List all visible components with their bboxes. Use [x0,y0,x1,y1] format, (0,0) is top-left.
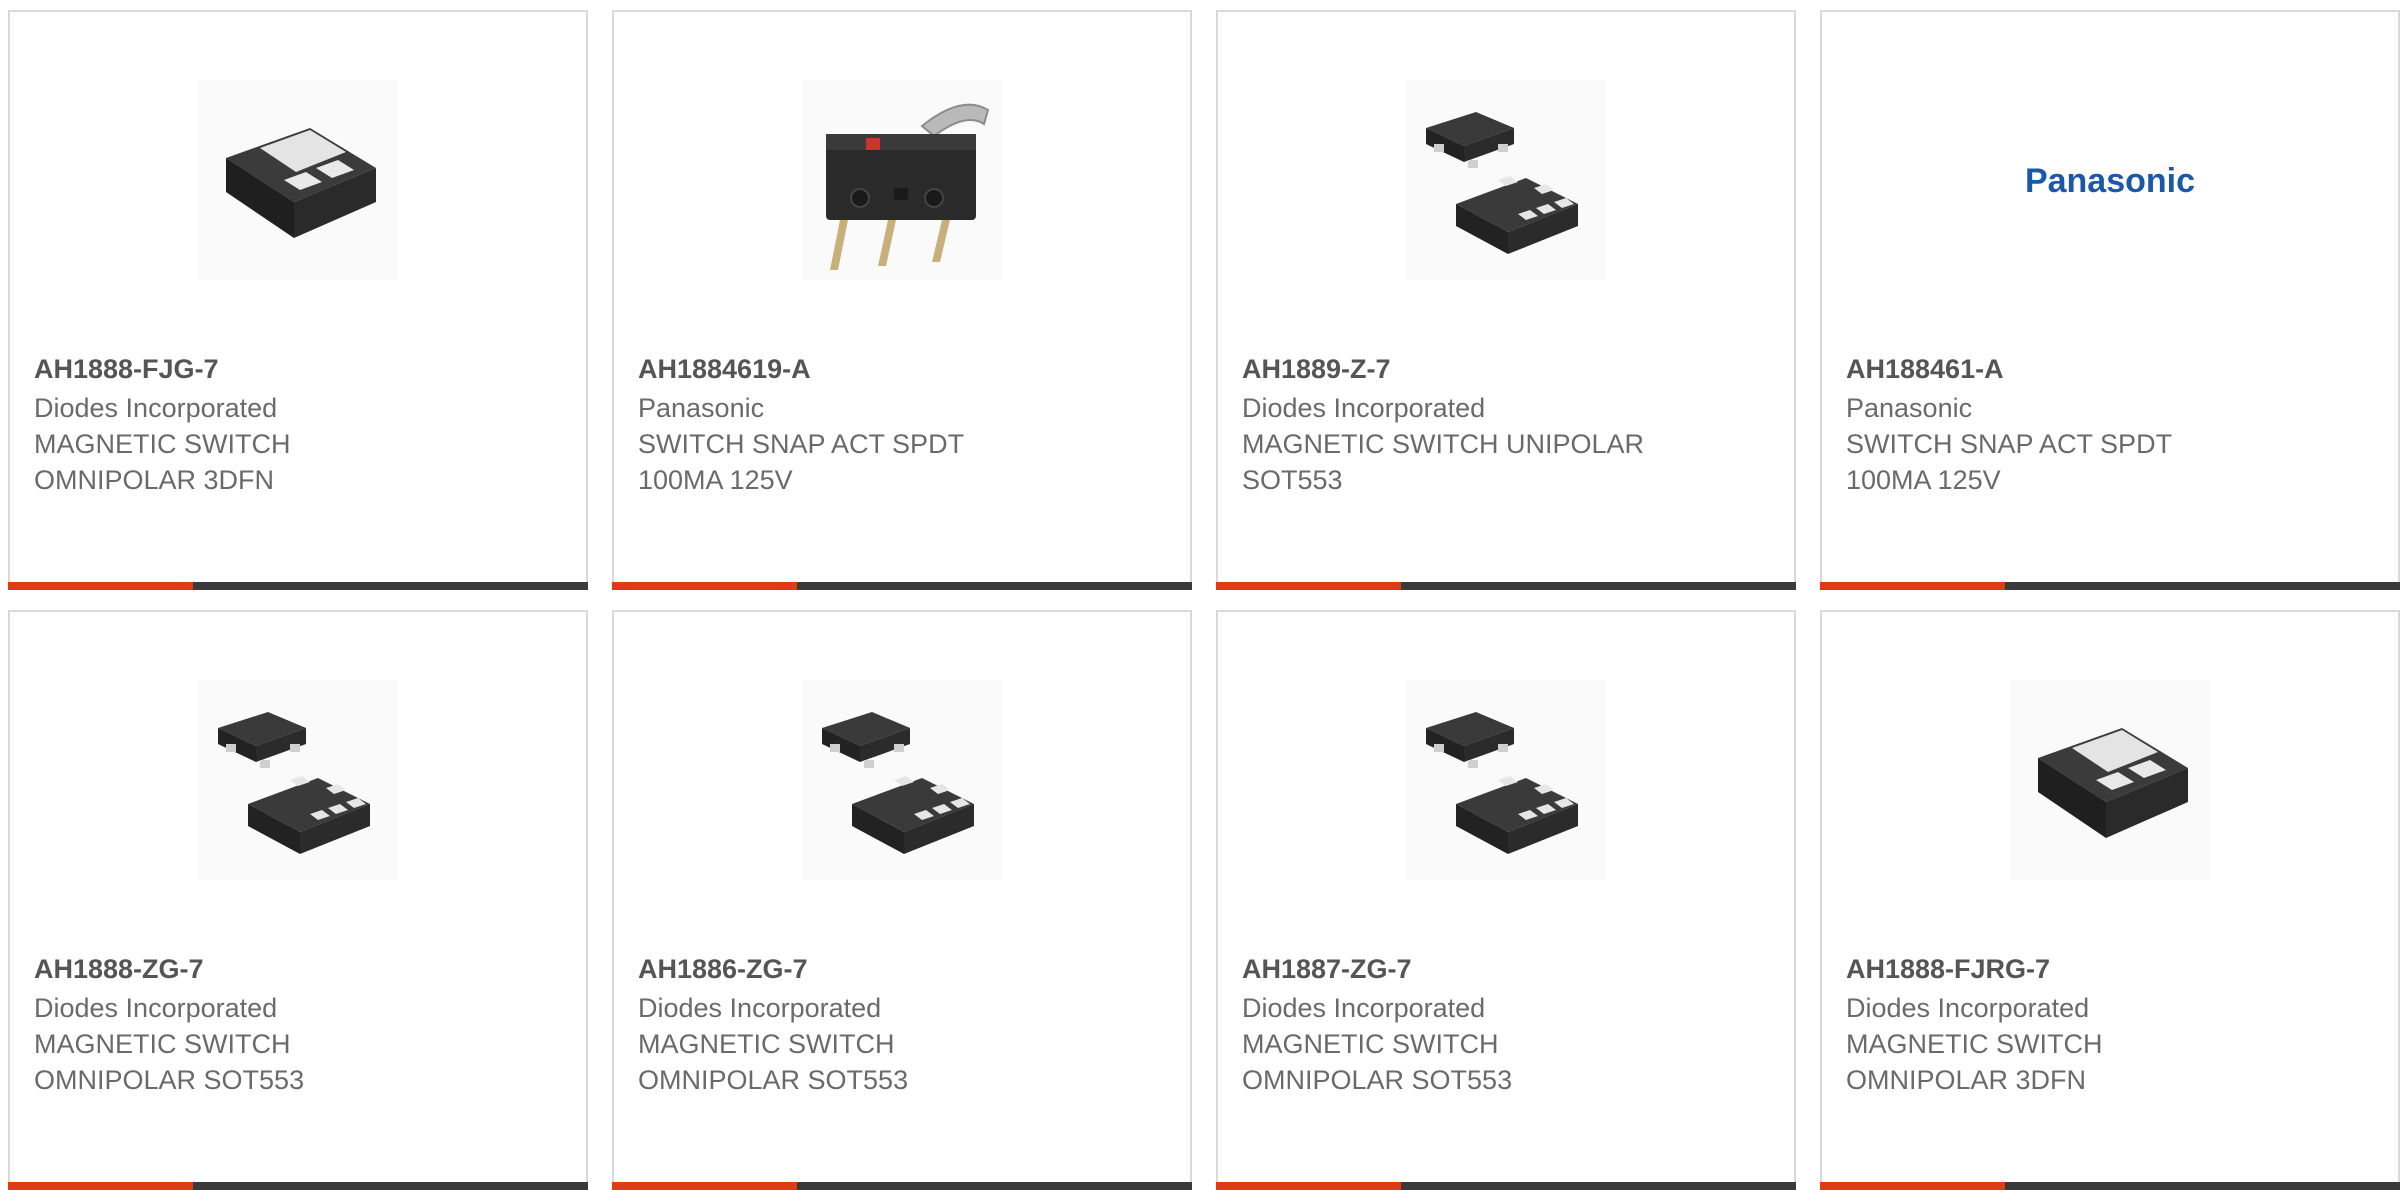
part-number[interactable]: AH188461-A [1846,351,2374,387]
snap-switch-icon [802,80,1002,280]
part-number[interactable]: AH1886-ZG-7 [638,951,1166,987]
dfn-package-icon [198,80,398,280]
product-card[interactable]: AH1884619-A Panasonic SWITCH SNAP ACT SP… [612,10,1192,590]
description: SWITCH SNAP ACT SPDT 100MA 125V [638,429,965,495]
product-card[interactable]: AH1888-FJG-7 Diodes Incorporated MAGNETI… [8,10,588,590]
manufacturer: Diodes Incorporated [34,393,278,423]
description: MAGNETIC SWITCH OMNIPOLAR 3DFN [34,429,291,495]
part-number[interactable]: AH1888-FJRG-7 [1846,951,2374,987]
product-image[interactable] [802,80,1002,280]
product-image[interactable] [2010,680,2210,880]
part-number[interactable]: AH1884619-A [638,351,1166,387]
sot553-package-icon [1406,680,1606,880]
product-card[interactable]: AH1889-Z-7 Diodes Incorporated MAGNETIC … [1216,10,1796,590]
card-accent-bar [8,1182,588,1190]
dfn-package-icon [2010,680,2210,880]
product-image[interactable]: Panasonic [2010,80,2210,280]
product-image[interactable] [198,80,398,280]
description: MAGNETIC SWITCH OMNIPOLAR SOT553 [638,1029,909,1095]
part-number[interactable]: AH1887-ZG-7 [1242,951,1770,987]
sot553-package-icon [802,680,1002,880]
description: SWITCH SNAP ACT SPDT 100MA 125V [1846,429,2173,495]
manufacturer: Diodes Incorporated [34,993,278,1023]
manufacturer: Panasonic [1846,393,1973,423]
product-card[interactable]: AH1886-ZG-7 Diodes Incorporated MAGNETIC… [612,610,1192,1190]
card-accent-bar [1820,1182,2400,1190]
description: MAGNETIC SWITCH OMNIPOLAR 3DFN [1846,1029,2103,1095]
product-card[interactable]: AH1887-ZG-7 Diodes Incorporated MAGNETIC… [1216,610,1796,1190]
product-card[interactable]: Panasonic AH188461-A Panasonic SWITCH SN… [1820,10,2400,590]
description: MAGNETIC SWITCH UNIPOLAR SOT553 [1242,429,1645,495]
manufacturer: Diodes Incorporated [1242,393,1486,423]
card-accent-bar [1216,582,1796,590]
manufacturer: Diodes Incorporated [1242,993,1486,1023]
product-card[interactable]: AH1888-FJRG-7 Diodes Incorporated MAGNET… [1820,610,2400,1190]
manufacturer: Diodes Incorporated [638,993,882,1023]
product-card[interactable]: AH1888-ZG-7 Diodes Incorporated MAGNETIC… [8,610,588,1190]
svg-text:Panasonic: Panasonic [2025,162,2195,200]
manufacturer: Panasonic [638,393,765,423]
description: MAGNETIC SWITCH OMNIPOLAR SOT553 [34,1029,305,1095]
part-number[interactable]: AH1889-Z-7 [1242,351,1770,387]
sot553-package-icon [1406,80,1606,280]
description: MAGNETIC SWITCH OMNIPOLAR SOT553 [1242,1029,1513,1095]
part-number[interactable]: AH1888-ZG-7 [34,951,562,987]
panasonic-logo: Panasonic [2025,162,2195,200]
product-image[interactable] [1406,680,1606,880]
card-accent-bar [8,582,588,590]
card-accent-bar [1820,582,2400,590]
card-accent-bar [612,582,1192,590]
product-grid: AH1888-FJG-7 Diodes Incorporated MAGNETI… [8,10,2400,1190]
product-image[interactable] [198,680,398,880]
product-image[interactable] [802,680,1002,880]
card-accent-bar [612,1182,1192,1190]
card-accent-bar [1216,1182,1796,1190]
manufacturer: Diodes Incorporated [1846,993,2090,1023]
sot553-package-icon [198,680,398,880]
part-number[interactable]: AH1888-FJG-7 [34,351,562,387]
product-image[interactable] [1406,80,1606,280]
